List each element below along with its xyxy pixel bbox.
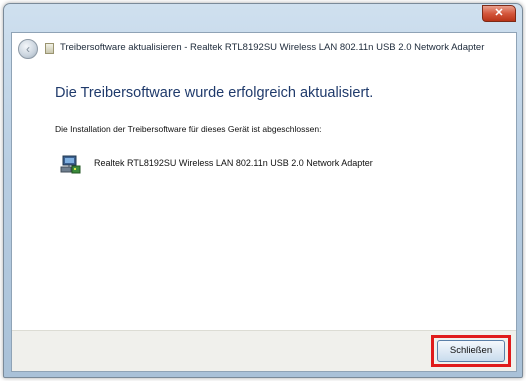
device-name-label: Realtek RTL8192SU Wireless LAN 802.11n U… xyxy=(94,158,373,168)
back-arrow-icon: ‹ xyxy=(26,42,30,56)
title-bar: ✕ xyxy=(4,4,522,34)
installation-status-text: Die Installation der Treibersoftware für… xyxy=(55,124,322,134)
window-close-button[interactable]: ✕ xyxy=(482,5,516,22)
dialog-window: ✕ ‹ Treibersoftware aktualisieren - Real… xyxy=(3,3,523,378)
page-heading: Die Treibersoftware wurde erfolgreich ak… xyxy=(55,85,374,101)
dialog-footer: Schließen xyxy=(12,330,516,371)
back-button[interactable]: ‹ xyxy=(18,39,38,59)
wizard-header: ‹ Treibersoftware aktualisieren - Realte… xyxy=(12,33,516,63)
network-adapter-icon xyxy=(60,155,81,174)
close-dialog-button[interactable]: Schließen xyxy=(437,340,505,362)
close-icon: ✕ xyxy=(494,7,504,19)
window-title: Treibersoftware aktualisieren - Realtek … xyxy=(60,42,485,53)
dialog-client-area: ‹ Treibersoftware aktualisieren - Realte… xyxy=(11,32,517,372)
driver-document-icon xyxy=(45,43,54,54)
